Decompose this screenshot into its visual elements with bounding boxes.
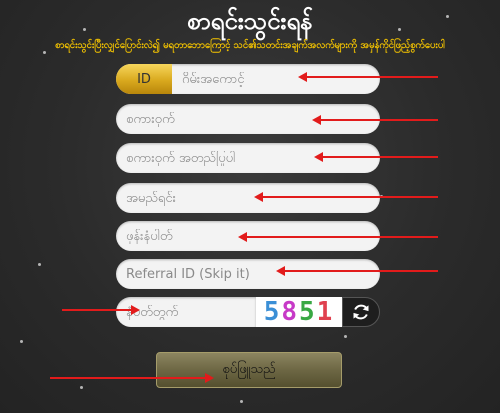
submit-button[interactable]: စုပ်ဖြူသည် [156, 352, 342, 388]
annotation-arrow [298, 72, 438, 82]
confirm-password-field[interactable] [116, 143, 380, 173]
annotation-arrow [312, 115, 438, 125]
refresh-icon [353, 304, 369, 320]
background-star [20, 340, 23, 343]
annotation-arrow [314, 152, 438, 162]
background-star [344, 335, 347, 338]
captcha-refresh-button[interactable] [342, 297, 380, 327]
background-star [240, 400, 243, 403]
page-subtitle: စာရင်းသွင်းပြီးလျှင်ပြောင်းလဲ၍ မရတာဘောကြ… [55, 40, 445, 51]
id-badge: ID [116, 64, 172, 94]
username-input[interactable] [172, 71, 380, 87]
background-star [38, 263, 41, 266]
annotation-arrow [50, 373, 214, 383]
captcha-digit: 5 [263, 297, 282, 327]
annotation-arrow [254, 192, 438, 202]
confirm-password-input[interactable] [116, 150, 380, 166]
captcha-digit: 1 [316, 297, 335, 327]
referral-field[interactable] [116, 259, 380, 289]
name-field[interactable] [116, 183, 380, 213]
annotation-arrow [276, 266, 438, 276]
page-title: စာရင်းသွင်းရန် [187, 7, 313, 35]
captcha-image: 5 8 5 1 [256, 297, 342, 327]
username-field[interactable]: ID [116, 64, 380, 94]
annotation-arrow [238, 232, 438, 242]
captcha-digit: 8 [281, 297, 299, 327]
background-star [80, 386, 83, 389]
name-input[interactable] [116, 190, 380, 206]
captcha-digit: 5 [299, 297, 317, 327]
annotation-arrow [62, 305, 140, 315]
referral-input[interactable] [116, 266, 380, 282]
